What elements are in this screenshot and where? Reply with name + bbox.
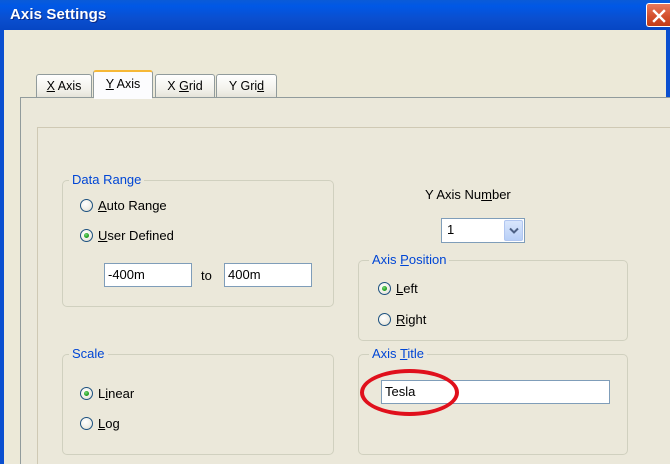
annotation-highlight-ellipse bbox=[360, 369, 459, 416]
axis-title-legend: Axis Title bbox=[369, 347, 428, 361]
chevron-down-icon bbox=[509, 227, 519, 234]
radio-checked-icon bbox=[80, 387, 93, 400]
tab-x-axis[interactable]: X Axis bbox=[36, 74, 92, 98]
scale-group bbox=[62, 354, 334, 455]
dropdown-button[interactable] bbox=[504, 220, 523, 241]
radio-icon bbox=[80, 417, 93, 430]
range-to-label: to bbox=[201, 268, 212, 283]
scale-legend: Scale bbox=[69, 347, 108, 361]
radio-icon bbox=[80, 199, 93, 212]
window-frame-left bbox=[0, 30, 4, 464]
user-defined-radio[interactable]: User Defined bbox=[80, 228, 174, 243]
axis-position-left-radio[interactable]: Left bbox=[378, 281, 418, 296]
range-min-input[interactable]: -400m bbox=[104, 263, 192, 287]
range-max-input[interactable]: 400m bbox=[224, 263, 312, 287]
tab-y-grid[interactable]: Y Grid bbox=[216, 74, 277, 98]
tab-y-axis[interactable]: Y Axis bbox=[93, 70, 153, 99]
y-axis-number-select[interactable]: 1 bbox=[441, 218, 525, 243]
axis-position-legend: Axis Position bbox=[369, 253, 450, 267]
y-axis-number-value: 1 bbox=[447, 222, 455, 237]
window-title: Axis Settings bbox=[10, 6, 107, 23]
radio-checked-icon bbox=[80, 229, 93, 242]
radio-checked-icon bbox=[378, 282, 391, 295]
radio-icon bbox=[378, 313, 391, 326]
auto-range-radio[interactable]: Auto Range bbox=[80, 198, 167, 213]
axis-position-group bbox=[358, 260, 628, 341]
log-scale-radio[interactable]: Log bbox=[80, 416, 120, 431]
close-button[interactable] bbox=[646, 3, 670, 27]
close-icon bbox=[652, 9, 666, 23]
tab-x-grid[interactable]: X Grid bbox=[155, 74, 215, 98]
y-axis-number-label: Y Axis Number bbox=[425, 187, 511, 202]
axis-position-right-radio[interactable]: Right bbox=[378, 312, 426, 327]
linear-scale-radio[interactable]: Linear bbox=[80, 386, 134, 401]
data-range-legend: Data Range bbox=[69, 173, 145, 187]
